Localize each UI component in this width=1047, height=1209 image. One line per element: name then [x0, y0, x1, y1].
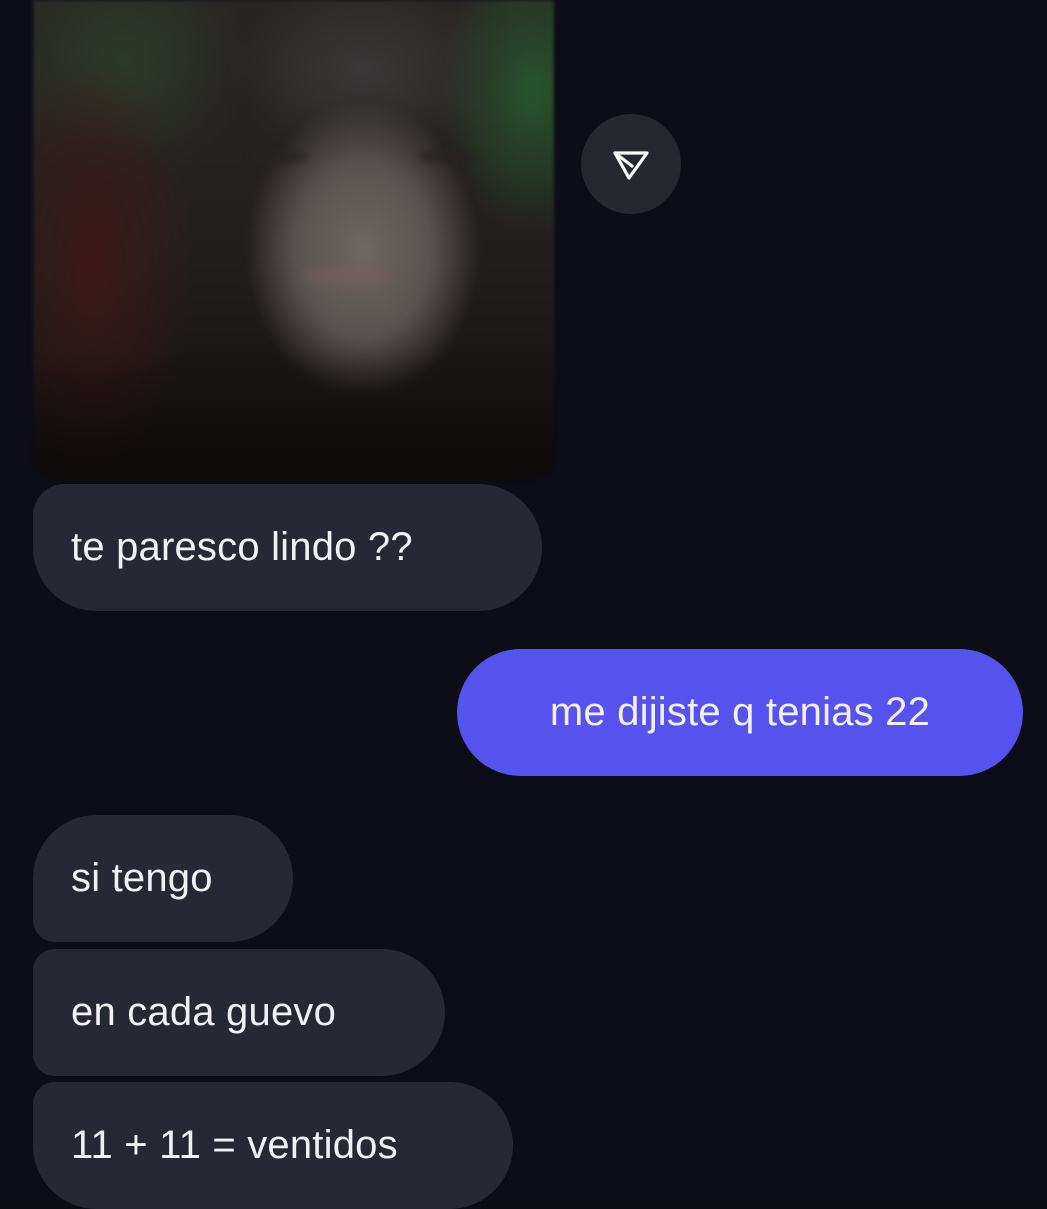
photo-detail [303, 265, 393, 287]
message-bubble-incoming[interactable]: si tengo [33, 815, 293, 942]
message-text: te paresco lindo ?? [71, 525, 413, 569]
photo-message[interactable] [33, 0, 554, 480]
photo-detail [418, 150, 478, 164]
share-button[interactable] [581, 114, 681, 214]
message-text: me dijiste q tenias 22 [549, 690, 931, 734]
message-bubble-incoming[interactable]: en cada guevo [33, 949, 445, 1076]
message-bubble-incoming[interactable]: te paresco lindo ?? [33, 484, 542, 611]
message-bubble-outgoing[interactable]: me dijiste q tenias 22 [457, 649, 1023, 776]
message-bubble-incoming[interactable]: 11 + 11 = ventidos [33, 1082, 513, 1209]
photo-detail [248, 150, 308, 164]
send-arrow-icon [613, 151, 649, 180]
message-text: si tengo [71, 856, 213, 900]
chat-thread: te paresco lindo ?? me dijiste q tenias … [0, 0, 1047, 1209]
message-text: 11 + 11 = ventidos [71, 1123, 398, 1167]
photo-shade [33, 350, 554, 480]
message-text: en cada guevo [71, 990, 337, 1034]
